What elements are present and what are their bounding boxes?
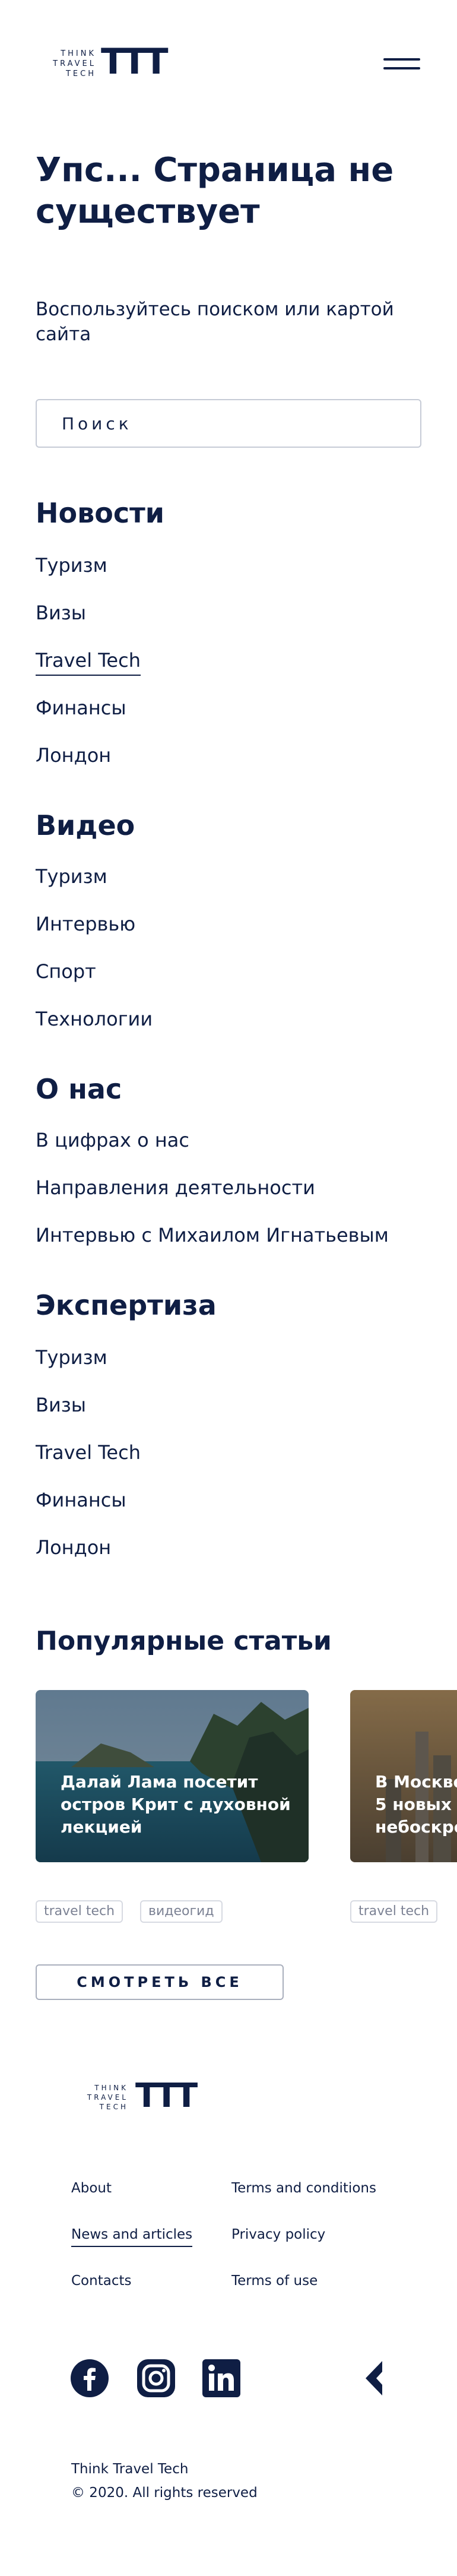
page-title-line: Упс... Страница не [36,151,394,189]
nav-link[interactable]: Визы [36,1393,86,1417]
nav-link[interactable]: Travel Tech [36,1441,141,1464]
nav-link[interactable]: Направления деятельности [36,1176,315,1200]
footer-link-privacy[interactable]: Privacy policy [231,2226,325,2243]
search-input[interactable]: Поиск [36,399,421,448]
nav-link[interactable]: Туризм [36,553,107,577]
chat-widget-icon[interactable] [362,2359,386,2398]
footer-link-about[interactable]: About [71,2179,112,2197]
footer-copyright: © 2020. All rights reserved [71,2485,258,2501]
article-tag[interactable]: travel tech [350,1900,438,1923]
logo-mark: TTT [135,2077,198,2115]
nav-link[interactable]: Туризм [36,865,107,888]
nav-link[interactable]: В цифрах о нас [36,1128,189,1152]
nav-link[interactable]: Финансы [36,696,126,720]
see-all-button[interactable]: СМОТРЕТЬ ВСЕ [36,1964,284,2000]
logo-line: TRAVEL [53,59,96,68]
nav-link[interactable]: Туризм [36,1346,107,1369]
footer-link-terms-use[interactable]: Terms of use [231,2272,318,2290]
article-title: Далай Лама посетит остров Крит с духовно… [61,1771,298,1838]
article-title-line: небоскре [375,1817,457,1837]
nav-link[interactable]: Финансы [36,1488,126,1512]
nav-link[interactable]: Лондон [36,1536,111,1559]
logo-line: TECH [99,2103,128,2111]
footer-link-terms-conditions[interactable]: Terms and conditions [231,2179,376,2197]
description-line: Воспользуйтесь поиском или картой [36,299,394,320]
footer-company: Think Travel Tech [71,2461,189,2477]
error-description: Воспользуйтесь поиском или картой сайта [36,297,427,347]
page-title-line: существует [36,192,260,231]
menu-button[interactable] [383,58,420,74]
article-card[interactable]: Далай Лама посетит остров Крит с духовно… [36,1690,309,1862]
article-title: В Москве 5 новых в небоскре [375,1771,457,1838]
logo-line: THINK [61,49,96,58]
article-title-line: В Москве [375,1772,457,1792]
nav-link[interactable]: Лондон [36,743,111,767]
article-title-line: лекцией [61,1817,142,1837]
nav-link-active[interactable]: Travel Tech [36,648,141,676]
article-title-line: Далай Лама посетит [61,1772,258,1792]
footer-link-news[interactable]: News and articles [71,2226,193,2247]
logo-mark: TTT [101,41,169,83]
logo-line: TRAVEL [87,2093,128,2102]
search-placeholder: Поиск [62,413,132,433]
description-line: сайта [36,324,91,345]
instagram-icon[interactable] [137,2359,176,2398]
nav-link[interactable]: Интервью с Михаилом Игнатьевым [36,1223,389,1247]
page-title: Упс... Страница не существует [36,150,427,233]
article-title-line: остров Крит с духовной [61,1795,291,1814]
logo-wordmark: THINK TRAVEL TECH [71,2083,128,2112]
article-tag[interactable]: видеогид [140,1900,223,1923]
nav-link[interactable]: Визы [36,601,86,625]
hamburger-icon-line [383,67,420,69]
footer-link-contacts[interactable]: Contacts [71,2272,131,2290]
section-title-news: Новости [36,497,164,529]
nav-link[interactable]: Интервью [36,912,135,936]
nav-link[interactable]: Технологии [36,1007,153,1031]
logo-line: THINK [94,2084,128,2092]
popular-title: Популярные статьи [36,1626,332,1656]
section-title-about: О нас [36,1073,122,1105]
article-tag[interactable]: travel tech [36,1900,123,1923]
article-title-line: 5 новых в [375,1795,457,1814]
hamburger-icon [383,58,420,61]
article-card[interactable]: В Москве 5 новых в небоскре [350,1690,457,1862]
section-title-video: Видео [36,809,135,841]
nav-link[interactable]: Спорт [36,960,96,983]
logo-line: TECH [65,69,96,78]
linkedin-icon[interactable] [202,2359,241,2398]
logo-wordmark: THINK TRAVEL TECH [37,49,96,79]
section-title-expertise: Экспертиза [36,1289,217,1321]
facebook-icon[interactable] [70,2359,109,2398]
